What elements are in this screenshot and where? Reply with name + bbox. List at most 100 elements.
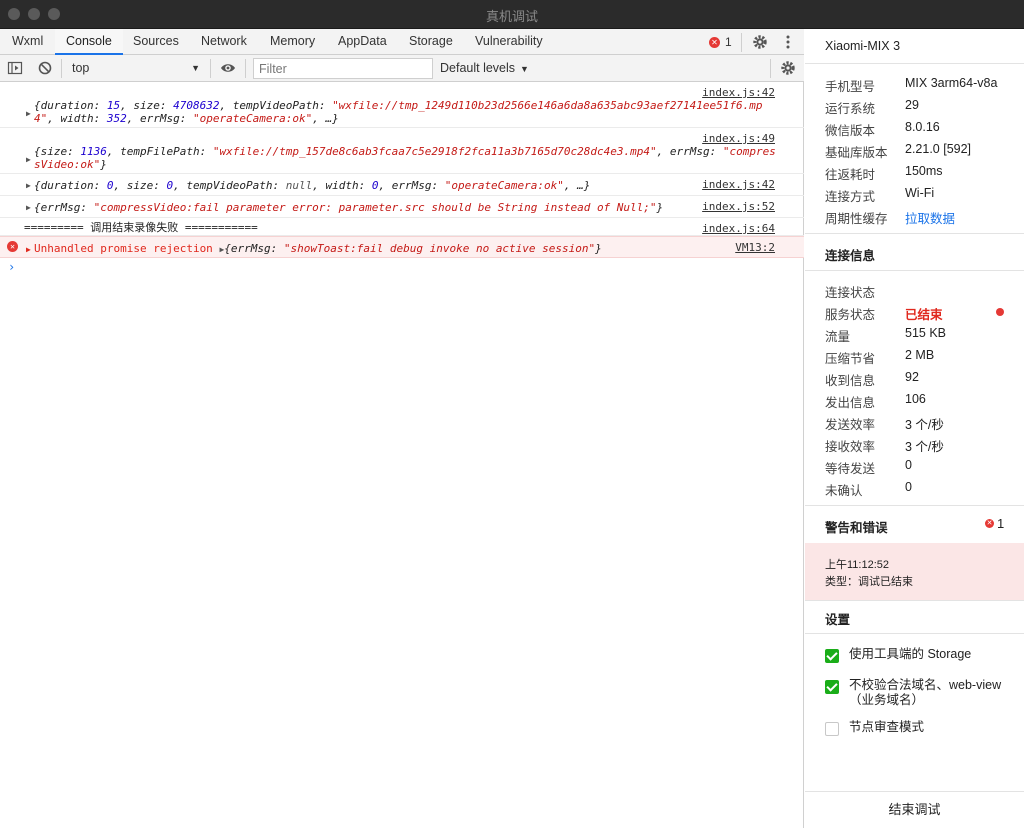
devtools-pane: Wxml Console Sources Network Memory AppD…	[0, 29, 804, 828]
console-message[interactable]: index.js:52 ▶ {errMsg: "compressVideo:fa…	[0, 196, 804, 218]
console-toolbar: top ▼ Default levels ▼	[0, 55, 804, 82]
divider	[805, 63, 1024, 64]
source-link[interactable]: index.js:42	[702, 86, 775, 99]
conn-label: 未确认	[825, 484, 863, 498]
info-value: 8.0.16	[905, 120, 940, 134]
info-label: 运行系统	[825, 102, 876, 116]
tab-vulnerability[interactable]: Vulnerability	[464, 29, 554, 55]
conn-label: 发送效率	[825, 418, 876, 432]
console-log: index.js:42 ▶ {duration: 15, size: 47086…	[0, 82, 804, 258]
error-icon: ✕	[709, 36, 720, 48]
source-link[interactable]: index.js:52	[702, 200, 775, 213]
info-label: 微信版本	[825, 124, 876, 138]
console-message[interactable]: index.js:42 ▶ {duration: 15, size: 47086…	[0, 82, 804, 128]
more-vertical-icon[interactable]	[782, 34, 794, 50]
context-select[interactable]: top ▼	[64, 58, 206, 79]
conn-label: 发出信息	[825, 396, 876, 410]
alert-time: 上午11:12:52	[825, 559, 890, 571]
source-link[interactable]: index.js:64	[702, 222, 775, 235]
device-panel: Xiaomi-MIX 3 手机型号 MIX 3arm64-v8a 运行系统 29…	[805, 29, 1024, 828]
conn-label: 接收效率	[825, 440, 876, 454]
console-prompt-chevron-icon[interactable]: ›	[8, 260, 15, 274]
expand-triangle-icon[interactable]: ▶	[26, 201, 31, 214]
conn-value: 92	[905, 370, 919, 384]
conn-value: 0	[905, 458, 912, 472]
context-value: top	[72, 61, 90, 75]
error-icon: ✕	[7, 241, 18, 252]
conn-value: 0	[905, 480, 912, 494]
expand-triangle-icon[interactable]: ▶	[26, 243, 31, 256]
divider	[805, 600, 1024, 601]
info-value: 150ms	[905, 164, 943, 178]
tab-sources[interactable]: Sources	[122, 29, 190, 55]
console-message[interactable]: index.js:64 ========= 调用结束录像失败 =========…	[0, 218, 804, 236]
toggle-sidebar-icon[interactable]	[7, 60, 23, 76]
info-label: 周期性缓存	[825, 212, 888, 226]
conn-label: 等待发送	[825, 462, 876, 476]
console-message[interactable]: index.js:49 ▶ {size: 1136, tempFilePath:…	[0, 128, 804, 174]
conn-label: 收到信息	[825, 374, 876, 388]
window-title: 真机调试	[485, 9, 538, 24]
skip-domain-check-label: 不校验合法域名、web-view（业务域名）	[849, 678, 1002, 707]
node-inspect-label: 节点审查模式	[849, 720, 925, 734]
skip-domain-check-checkbox[interactable]	[825, 680, 839, 694]
tab-network[interactable]: Network	[190, 29, 258, 55]
console-settings-gear-icon[interactable]	[780, 60, 796, 76]
source-link[interactable]: VM13:2	[735, 241, 775, 254]
tab-console[interactable]: Console	[55, 29, 123, 55]
error-label: Unhandled promise rejection	[34, 242, 213, 255]
conn-label: 流量	[825, 330, 851, 344]
divider	[245, 59, 246, 78]
use-tool-storage-label: 使用工具端的 Storage	[849, 647, 972, 661]
conn-label: 连接状态	[825, 286, 876, 300]
conn-value: 3 个/秒	[905, 440, 944, 454]
tab-appdata[interactable]: AppData	[327, 29, 398, 55]
node-inspect-checkbox[interactable]	[825, 722, 839, 736]
info-label: 连接方式	[825, 190, 876, 204]
console-message[interactable]: index.js:42 ▶ {duration: 0, size: 0, tem…	[0, 174, 804, 196]
log-levels-label: Default levels	[440, 61, 516, 75]
chevron-down-icon: ▼	[191, 63, 200, 73]
tab-storage[interactable]: Storage	[398, 29, 464, 55]
divider	[741, 33, 742, 52]
tab-memory[interactable]: Memory	[259, 29, 326, 55]
fetch-data-link[interactable]: 拉取数据	[905, 208, 955, 227]
service-status-value: 已结束	[905, 308, 943, 322]
tab-wxml[interactable]: Wxml	[1, 29, 54, 55]
divider	[805, 233, 1024, 234]
filter-input[interactable]	[253, 58, 433, 79]
warnings-count: 1	[997, 516, 1005, 531]
expand-triangle-icon[interactable]: ▶	[26, 107, 31, 120]
divider	[805, 505, 1024, 506]
alert-entry: 上午11:12:52 类型：调试已结束	[805, 543, 1024, 600]
error-icon: ✕	[985, 519, 994, 528]
conn-value: 106	[905, 392, 926, 406]
status-dot-icon	[996, 308, 1004, 316]
conn-value: 515 KB	[905, 326, 947, 340]
window-titlebar: 真机调试	[0, 0, 1024, 29]
expand-triangle-icon[interactable]: ▶	[26, 179, 31, 192]
alert-type: 类型：调试已结束	[825, 576, 913, 588]
source-link[interactable]: index.js:49	[702, 132, 775, 145]
info-label: 基础库版本	[825, 146, 888, 160]
clear-console-icon[interactable]	[37, 60, 53, 76]
info-value: 29	[905, 98, 919, 112]
console-text: ========= 调用结束录像失败 ===========	[24, 221, 258, 234]
settings-section-title: 设置	[825, 613, 851, 627]
conn-value: 2 MB	[905, 348, 935, 362]
chevron-down-icon: ▼	[520, 64, 529, 74]
warnings-section-title: 警告和错误	[825, 521, 888, 535]
use-tool-storage-checkbox[interactable]	[825, 649, 839, 663]
live-expression-eye-icon[interactable]	[220, 60, 236, 76]
devtools-tabbar: Wxml Console Sources Network Memory AppD…	[0, 29, 804, 55]
divider	[770, 59, 771, 78]
error-counter[interactable]: ✕ 1	[709, 29, 732, 55]
log-levels-dropdown[interactable]: Default levels ▼	[440, 58, 529, 79]
settings-gear-icon[interactable]	[752, 34, 768, 50]
console-error-message[interactable]: ✕ VM13:2 ▶ Unhandled promise rejection ▶…	[0, 236, 804, 258]
source-link[interactable]: index.js:42	[702, 178, 775, 191]
info-value: MIX 3arm64-v8a	[905, 76, 998, 90]
expand-triangle-icon[interactable]: ▶	[26, 153, 31, 166]
end-debug-button[interactable]: 结束调试	[805, 791, 1024, 828]
error-count: 1	[725, 35, 732, 49]
